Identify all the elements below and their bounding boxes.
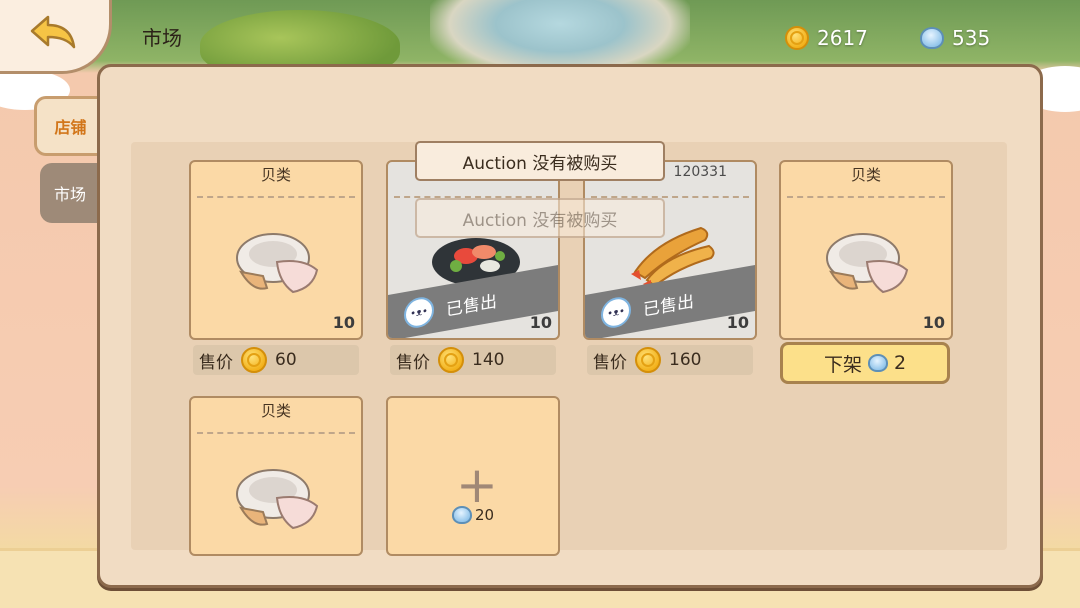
price-value: 60	[275, 350, 297, 370]
gold-counter: 2617	[785, 26, 868, 50]
price-value: 160	[669, 350, 702, 370]
item-quantity: 10	[726, 313, 749, 332]
shell-icon	[826, 233, 909, 294]
plus-icon: +	[456, 456, 498, 514]
item-quantity: 10	[922, 313, 945, 332]
add-cost-value: 20	[475, 506, 495, 524]
shop-slot-1[interactable]: 贝类 10	[189, 160, 363, 340]
price-tag: 售价 60	[193, 345, 359, 375]
sold-label: 已售出	[446, 291, 497, 321]
bell-icon	[867, 354, 888, 372]
gold-amount: 2617	[817, 26, 868, 50]
add-slot-cost: 20	[452, 506, 494, 524]
price-label: 售价	[593, 352, 627, 373]
item-id: 120331	[673, 164, 727, 180]
price-value: 140	[472, 350, 505, 370]
price-label: 售价	[396, 352, 430, 373]
shell-icon	[236, 469, 319, 530]
gold-coin-icon	[635, 347, 661, 373]
toast-message-faded: Auction 没有被购买	[415, 198, 665, 238]
unlist-button[interactable]: 下架 2	[780, 342, 950, 384]
shop-slot-2[interactable]: •ᴥ• 已售出 10	[386, 160, 560, 340]
tab-market[interactable]: 市场	[40, 163, 100, 223]
gold-coin-icon	[785, 26, 809, 50]
bell-icon	[452, 506, 472, 524]
gold-coin-icon	[241, 347, 267, 373]
cat-face-icon: •ᴥ•	[601, 294, 631, 331]
divider	[197, 432, 355, 434]
divider	[197, 196, 355, 198]
price-tag: 售价 140	[390, 345, 556, 375]
shop-slot-5[interactable]: 贝类	[189, 396, 363, 556]
tab-shop[interactable]: 店铺	[34, 96, 104, 156]
gold-coin-icon	[438, 347, 464, 373]
add-slot-button[interactable]: + 20	[386, 396, 560, 556]
shop-slot-3[interactable]: 120331 •ᴥ• 已售出 10	[583, 160, 757, 340]
bell-icon	[920, 27, 944, 49]
price-tag: 售价 160	[587, 345, 753, 375]
bell-counter: 535	[920, 26, 990, 50]
unlist-label: 下架	[823, 353, 862, 376]
shell-icon	[236, 233, 319, 294]
divider	[787, 196, 945, 198]
back-arrow-icon	[30, 15, 76, 49]
item-category: 贝类	[850, 166, 881, 184]
unlist-cost: 2	[893, 352, 907, 374]
cat-face-icon: •ᴥ•	[404, 294, 434, 331]
item-quantity: 10	[332, 313, 355, 332]
sold-label: 已售出	[643, 291, 694, 321]
toast-message: Auction 没有被购买	[415, 141, 665, 181]
item-category: 贝类	[260, 166, 291, 184]
shop-slot-4[interactable]: 贝类 10	[779, 160, 953, 340]
page-title: 市场	[142, 26, 182, 50]
item-category: 贝类	[260, 402, 291, 420]
bell-amount: 535	[952, 26, 991, 50]
price-label: 售价	[199, 352, 233, 373]
item-quantity: 10	[529, 313, 552, 332]
